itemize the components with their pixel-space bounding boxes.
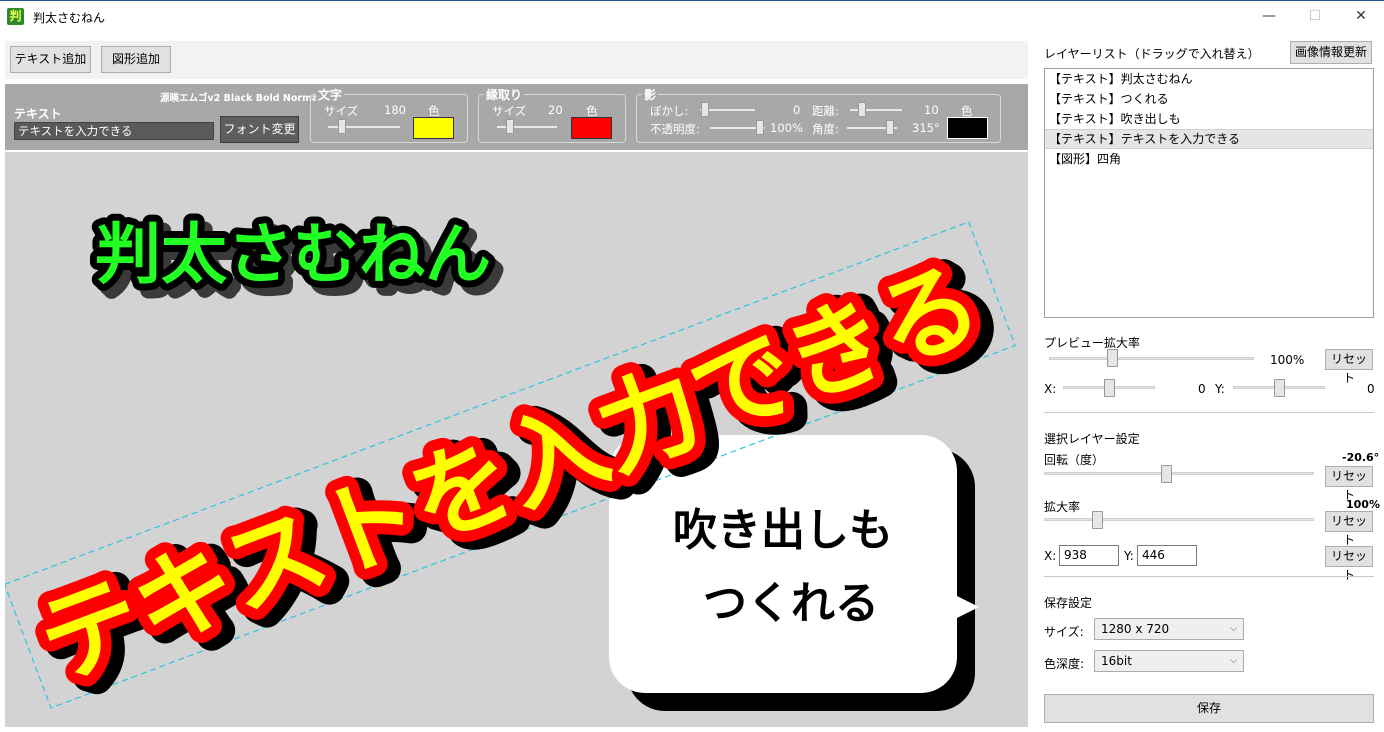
border-size-value: 20 xyxy=(548,103,563,117)
shadow-distance-label: 距離: xyxy=(812,104,839,118)
minimize-icon: — xyxy=(1262,8,1276,24)
shadow-angle-value: 315° xyxy=(912,121,940,135)
save-size-select[interactable]: 1280 x 720 ⌵ xyxy=(1094,618,1244,640)
char-size-value: 180 xyxy=(384,103,406,117)
preview-zoom-slider-track[interactable] xyxy=(1049,357,1254,360)
close-icon: ✕ xyxy=(1355,8,1367,24)
position-reset-button[interactable]: リセット xyxy=(1325,546,1373,582)
font-change-button[interactable]: フォント変更 xyxy=(220,116,299,143)
position-y-label: Y: xyxy=(1124,549,1134,563)
preview-y-slider-thumb[interactable] xyxy=(1274,379,1285,397)
color-depth-select[interactable]: 16bit ⌵ xyxy=(1094,650,1244,672)
rotation-slider-thumb[interactable] xyxy=(1161,465,1172,483)
preview-zoom-reset-button[interactable]: リセット xyxy=(1325,349,1373,385)
shadow-opacity-label: 不透明度: xyxy=(650,122,700,136)
chevron-down-icon: ⌵ xyxy=(1230,624,1237,634)
color-depth-value: 16bit xyxy=(1101,654,1132,668)
app-icon: 判 xyxy=(7,8,24,25)
char-color-swatch[interactable] xyxy=(413,117,454,139)
scale-reset-button[interactable]: リセット xyxy=(1325,511,1373,547)
close-button[interactable]: ✕ xyxy=(1338,1,1384,31)
preview-zoom-slider-thumb[interactable] xyxy=(1107,349,1118,367)
selected-layer-title: 選択レイヤー設定 xyxy=(1044,432,1140,446)
layer-list-title: レイヤーリスト（ドラッグで入れ替え） xyxy=(1044,47,1260,61)
shadow-opacity-slider-thumb[interactable] xyxy=(756,120,764,135)
maximize-button[interactable]: ☐ xyxy=(1292,1,1338,31)
shadow-color-swatch[interactable] xyxy=(947,117,988,139)
preview-zoom-value: 100% xyxy=(1270,353,1305,367)
chevron-down-icon: ⌵ xyxy=(1230,656,1237,666)
divider xyxy=(1044,576,1374,577)
preview-x-slider-thumb[interactable] xyxy=(1104,379,1115,397)
save-button[interactable]: 保存 xyxy=(1044,694,1374,723)
border-size-slider-thumb[interactable] xyxy=(506,119,514,134)
rotation-slider-track[interactable] xyxy=(1044,472,1314,475)
add-text-button[interactable]: テキスト追加 xyxy=(10,46,91,73)
layer-item[interactable]: 【テキスト】判太さむねん xyxy=(1045,69,1373,89)
char-group-title: 文字 xyxy=(316,86,345,103)
preview-y-value: 0 xyxy=(1367,382,1375,396)
shadow-angle-slider-thumb[interactable] xyxy=(886,120,894,135)
canvas-svg: 吹き出しも つくれる 判太さむねん 判太さむねん テキストを入力できる テキスト… xyxy=(5,209,1020,721)
shadow-angle-label: 角度: xyxy=(812,122,839,136)
scale-slider-track[interactable] xyxy=(1044,518,1314,521)
char-size-slider-thumb[interactable] xyxy=(338,119,346,134)
save-size-value: 1280 x 720 xyxy=(1101,622,1170,636)
rotation-label: 回転（度） xyxy=(1044,453,1105,467)
border-color-swatch[interactable] xyxy=(571,117,612,139)
window-title: 判太さむねん xyxy=(33,11,106,25)
text-input[interactable]: テキストを入力できる xyxy=(14,122,214,140)
position-y-input[interactable]: 446 xyxy=(1137,545,1197,566)
layer-item-selected[interactable]: 【テキスト】テキストを入力できる xyxy=(1045,129,1373,149)
shadow-blur-label: ぼかし: xyxy=(650,104,689,118)
preview-zoom-title: プレビュー拡大率 xyxy=(1044,336,1141,350)
preview-x-label: X: xyxy=(1044,382,1057,396)
rotation-reset-button[interactable]: リセット xyxy=(1325,466,1373,502)
layer-list[interactable]: 【テキスト】判太さむねん 【テキスト】つくれる 【テキスト】吹き出しも 【テキス… xyxy=(1044,68,1374,318)
shadow-group-title: 影 xyxy=(642,86,659,103)
add-shape-button[interactable]: 図形追加 xyxy=(101,46,171,73)
border-size-label: サイズ xyxy=(492,104,527,118)
minimize-button[interactable]: — xyxy=(1246,1,1292,31)
bubble-text-line1[interactable]: 吹き出しも xyxy=(668,500,898,561)
title-bar: 判 判太さむねん — ☐ ✕ xyxy=(0,0,1384,31)
text-section-label: テキスト xyxy=(14,107,62,121)
divider xyxy=(1044,412,1374,413)
layer-item[interactable]: 【テキスト】つくれる xyxy=(1045,89,1373,109)
font-name-label: 源暎エムゴv2 Black Bold Normal xyxy=(160,93,322,104)
shadow-opacity-value: 100% xyxy=(770,121,803,135)
save-settings-title: 保存設定 xyxy=(1044,596,1093,610)
refresh-image-info-button[interactable]: 画像情報更新 xyxy=(1290,41,1372,64)
scale-label: 拡大率 xyxy=(1044,500,1081,514)
title-text[interactable]: 判太さむねん xyxy=(88,209,498,300)
border-group-title: 縁取り xyxy=(484,86,525,103)
shadow-distance-slider-thumb[interactable] xyxy=(858,102,866,117)
layer-item[interactable]: 【図形】四角 xyxy=(1045,149,1373,169)
position-x-label: X: xyxy=(1044,549,1057,563)
bubble-text-line2[interactable]: つくれる xyxy=(698,573,884,634)
maximize-icon: ☐ xyxy=(1308,8,1322,24)
rotation-value: -20.6° xyxy=(1342,451,1380,464)
position-x-input[interactable]: 938 xyxy=(1059,545,1119,566)
preview-canvas[interactable]: 吹き出しも つくれる 判太さむねん 判太さむねん テキストを入力できる テキスト… xyxy=(5,152,1028,727)
save-size-label: サイズ: xyxy=(1044,625,1084,639)
scale-value: 100% xyxy=(1346,498,1380,511)
shadow-blur-slider-thumb[interactable] xyxy=(701,102,709,117)
preview-y-label: Y: xyxy=(1215,382,1225,396)
preview-x-value: 0 xyxy=(1198,382,1206,396)
layer-item[interactable]: 【テキスト】吹き出しも xyxy=(1045,109,1373,129)
shadow-blur-value: 0 xyxy=(793,103,801,117)
color-depth-label: 色深度: xyxy=(1044,657,1085,671)
char-size-label: サイズ xyxy=(324,104,359,118)
scale-slider-thumb[interactable] xyxy=(1092,511,1103,529)
shadow-distance-value: 10 xyxy=(924,103,939,117)
